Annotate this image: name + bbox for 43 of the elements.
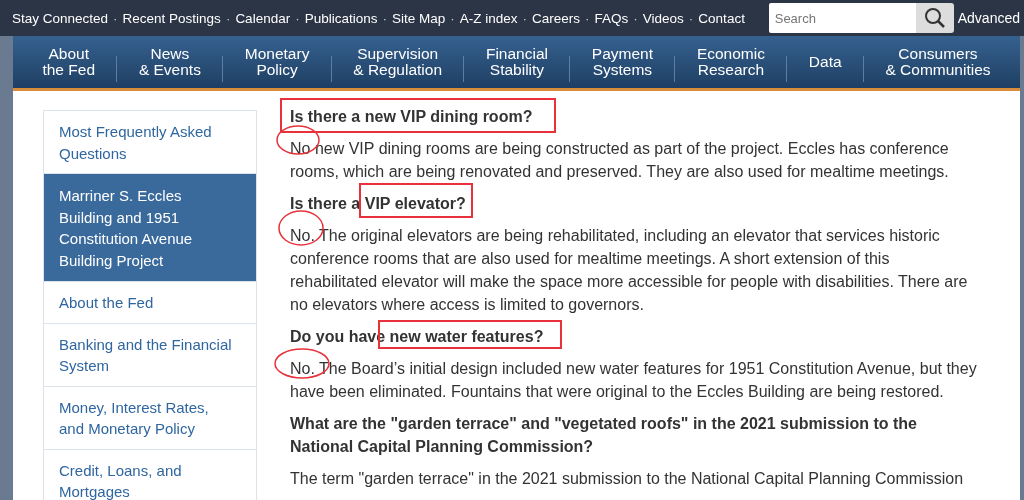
search-field[interactable]: Search [768, 3, 916, 33]
answer-text: The term "garden terrace" in the 2021 submission to the National Capital Planning Commission [290, 470, 964, 487]
separator-dot: · [295, 10, 300, 26]
search-icon [923, 7, 946, 29]
answer-text: No new VIP dining rooms are being constructed as part of the project. Eccles has conference rooms, which are being renovated and preserved. They are also used for mealtime meetings. [290, 140, 949, 180]
nav-tab[interactable]: Monetary Policy [223, 46, 331, 78]
nav-tab[interactable]: About the Fed [21, 46, 117, 78]
nav-tab[interactable]: Supervision & Regulation [331, 46, 464, 78]
utility-link[interactable]: Recent Postings [122, 10, 221, 26]
sidebar-item[interactable]: Marriner S. Eccles Building and 1951 Constitution Avenue Building Project [44, 174, 256, 282]
nav-tab[interactable]: Payment Systems [570, 46, 675, 78]
question-heading: What are the "garden terrace" and "vegetated roofs" in the 2021 submission to the National Capital Planning Commission? [290, 415, 917, 455]
utility-link[interactable]: Publications [304, 10, 378, 26]
nav-tab[interactable]: Consumers & Communities [864, 46, 1012, 78]
separator-dot: · [688, 10, 694, 26]
utility-link[interactable]: Site Map [391, 10, 446, 26]
sidebar-item[interactable]: Money, Interest Rates, and Monetary Policy [44, 386, 256, 450]
utility-link[interactable]: Contact [698, 10, 745, 26]
utility-link[interactable]: A-Z index [459, 10, 518, 26]
separator-dot: · [225, 10, 231, 26]
utility-link[interactable]: Calendar [235, 10, 291, 26]
utility-link[interactable]: Videos [642, 10, 684, 26]
question-heading: Is there a VIP elevator? [290, 195, 466, 212]
advanced-search-link[interactable]: Advanced [957, 10, 1020, 26]
sidebar-item[interactable]: Banking and the Financial System [44, 323, 256, 387]
separator-dot: · [585, 10, 590, 26]
separator-dot: · [522, 10, 528, 26]
separator-dot: · [450, 10, 455, 26]
utility-link[interactable]: Stay Connected [12, 10, 109, 26]
nav-tab[interactable]: Data [787, 54, 863, 70]
separator-dot: · [633, 10, 638, 26]
search-button[interactable] [915, 3, 954, 33]
utility-link[interactable]: Careers [532, 10, 581, 26]
nav-tab[interactable]: Economic Research [675, 46, 787, 78]
nav-tab[interactable]: News & Events [117, 46, 223, 78]
separator-dot: · [113, 10, 118, 26]
utility-link[interactable]: FAQs [594, 10, 629, 26]
nav-tab[interactable]: Financial Stability [464, 46, 570, 78]
question-heading: Is there a new VIP dining room? [290, 108, 533, 125]
sidebar-item[interactable]: About the Fed [44, 282, 256, 324]
separator-dot: · [382, 10, 387, 26]
answer-text: No. The original elevators are being rehabilitated, including an elevator that services historic conference rooms that are also used for mealtime meetings. A short extension of this rehabilitated elevator will make the space more accessible for people with disabilities. There are no elevators where access is limited to governors. [290, 227, 968, 313]
sidebar-item[interactable]: Credit, Loans, and Mortgages [44, 449, 256, 500]
